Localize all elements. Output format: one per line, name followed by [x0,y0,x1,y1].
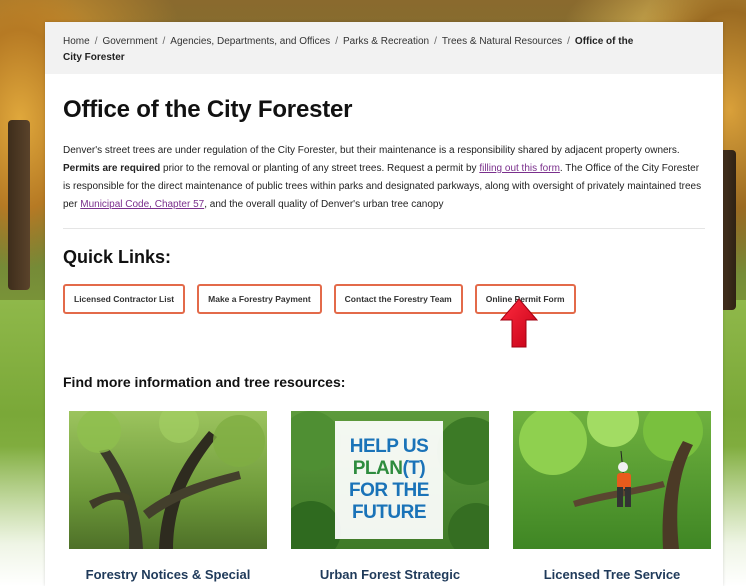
intro-text-1: Denver's street trees are under regulati… [63,145,680,156]
quick-links-title: Quick Links: [63,247,172,267]
poster-line-2: PLAN(T) [353,458,426,480]
breadcrumb: Home / Government / Agencies, Departments, a… [45,22,723,74]
breadcrumb-separator: / [335,36,338,47]
intro-text-4: , and the overall quality of Denver's ur… [204,199,444,210]
arborist-photo-image[interactable] [513,411,711,549]
poster-text-box: HELP US PLAN(T) FOR THE FUTURE [335,421,443,539]
background-tree-trunk-left [8,120,30,290]
contact-forestry-team-button[interactable]: Contact the Forestry Team [333,284,463,314]
tile-label[interactable]: Urban Forest Strategic [291,567,489,582]
resources-title: Find more information and tree resources… [63,374,346,390]
breadcrumb-government[interactable]: Government [102,36,157,47]
poster-line-4: FUTURE [351,502,427,523]
resource-tiles: Forestry Notices & Special HELP US PLAN(… [69,411,711,582]
breadcrumb-parks[interactable]: Parks & Recreation [343,36,429,47]
resource-tile-licensed-tree-service[interactable]: Licensed Tree Service [513,411,711,582]
poster-line-2-main: PLAN [352,458,403,479]
resource-tile-forestry-notices[interactable]: Forestry Notices & Special [69,411,267,582]
resource-tile-urban-forest-plan[interactable]: HELP US PLAN(T) FOR THE FUTURE Urban For… [291,411,489,582]
tree-branches-illustration [77,411,265,549]
red-arrow-up-icon [500,298,538,348]
breadcrumb-agencies[interactable]: Agencies, Departments, and Offices [170,36,330,47]
content-card: Home / Government / Agencies, Departments, a… [45,22,723,586]
arborist-illustration [519,411,703,549]
breadcrumb-trees[interactable]: Trees & Natural Resources [442,36,562,47]
intro-bold-text: Permits are required [63,163,161,174]
poster-line-3: FOR THE [349,480,429,501]
tile-label[interactable]: Forestry Notices & Special [69,567,267,582]
make-forestry-payment-button[interactable]: Make a Forestry Payment [197,284,322,314]
help-us-plant-poster-image[interactable]: HELP US PLAN(T) FOR THE FUTURE [291,411,489,549]
page-title: Office of the City Forester [63,96,353,123]
tile-label[interactable]: Licensed Tree Service [513,567,711,582]
quick-links-row: Licensed Contractor List Make a Forestry… [63,284,705,314]
intro-paragraph: Denver's street trees are under regulati… [63,142,705,229]
breadcrumb-current-part1: Office of the [574,36,634,47]
licensed-contractor-list-button[interactable]: Licensed Contractor List [63,284,186,314]
intro-text-2: prior to the removal or planting of any … [160,163,480,174]
permit-form-link[interactable]: filling out this form [479,163,560,174]
tree-photo-image[interactable] [69,411,267,549]
breadcrumb-separator: / [434,36,437,47]
breadcrumb-separator: / [567,36,570,47]
breadcrumb-separator: / [162,36,166,47]
breadcrumb-home[interactable]: Home [63,36,90,47]
poster-line-1: HELP US [349,436,429,457]
poster-line-2-paren: (T) [402,458,426,479]
breadcrumb-current-part2: City Forester [63,52,125,63]
municipal-code-link[interactable]: Municipal Code, Chapter 57 [80,199,204,210]
breadcrumb-separator: / [94,36,98,47]
